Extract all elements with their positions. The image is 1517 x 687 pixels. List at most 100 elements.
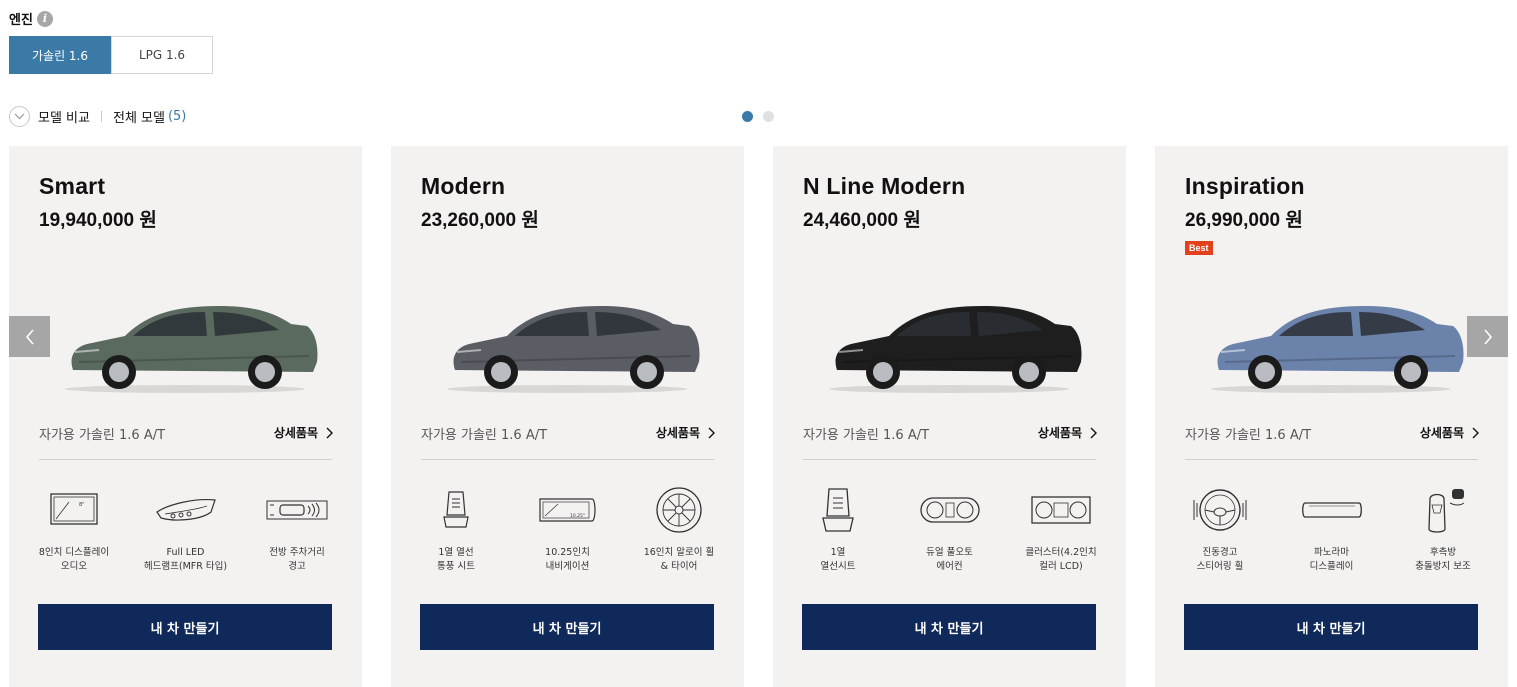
trim-card-smart: Smart 19,940,000 원 자가용 가솔린 1.6 A/T 상세품목 … xyxy=(9,146,362,687)
chevron-right-icon xyxy=(1483,328,1492,345)
feature-list: 1열 열선 통풍 시트 10.25" 10.25인치 내비게이션 16인치 알로… xyxy=(401,484,734,574)
feature-item: 1열 열선 통풍 시트 xyxy=(401,484,511,574)
detail-items-label: 상세품목 xyxy=(655,426,700,440)
feature-label: Full LED 헤드램프(MFR 타입) xyxy=(143,547,228,572)
engine-header: 엔진 i xyxy=(9,9,53,28)
trim-card-modern: Modern 23,260,000 원 자가용 가솔린 1.6 A/T 상세품목… xyxy=(391,146,744,687)
trim-spec: 자가용 가솔린 1.6 A/T xyxy=(1185,428,1312,443)
detail-items-label: 상세품목 xyxy=(1419,426,1464,440)
trim-card-inspiration: Inspiration 26,990,000 원 Best 자가용 가솔린 1.… xyxy=(1155,146,1508,687)
engine-tabs: 가솔린 1.6 LPG 1.6 xyxy=(9,36,213,74)
carousel-dot-1[interactable] xyxy=(742,111,753,122)
feature-list: 1열 열선시트 듀얼 풀오토 에어컨 클러스터(4.2인치 컬러 LCD) xyxy=(783,484,1116,574)
feature-label: 클러스터(4.2인치 컬러 LCD) xyxy=(1025,547,1097,572)
alloy-wheel-icon xyxy=(644,484,714,536)
navigation-display-icon: 10.25" xyxy=(533,484,603,536)
trim-price: 19,940,000 원 xyxy=(39,210,157,231)
feature-item: 파노라마 디스플레이 xyxy=(1277,484,1387,574)
trim-price: 26,990,000 원 xyxy=(1185,210,1303,231)
feature-item: 8" 8인치 디스플레이 오디오 xyxy=(19,484,129,574)
trim-price: 23,260,000 원 xyxy=(421,210,539,231)
card-divider xyxy=(1185,459,1478,460)
svg-text:10.25": 10.25" xyxy=(570,513,585,519)
feature-item: 전방 주차거리 경고 xyxy=(242,484,352,574)
engine-title: 엔진 xyxy=(9,13,33,28)
svg-text:8": 8" xyxy=(79,502,84,508)
card-divider xyxy=(39,459,332,460)
feature-label: 1열 열선시트 xyxy=(820,547,856,572)
trim-name: Modern xyxy=(421,173,506,199)
info-icon[interactable]: i xyxy=(36,10,53,27)
feature-item: 10.25" 10.25인치 내비게이션 xyxy=(513,484,623,574)
detail-items-link[interactable]: 상세품목 xyxy=(1038,424,1097,441)
feature-item: 후측방 충돌방지 보조 xyxy=(1388,484,1498,574)
tab-gasoline-1-6[interactable]: 가솔린 1.6 xyxy=(9,36,111,74)
detail-items-link[interactable]: 상세품목 xyxy=(656,424,715,441)
detail-items-label: 상세품목 xyxy=(273,426,318,440)
panorama-display-icon xyxy=(1297,484,1367,536)
feature-label: 8인치 디스플레이 오디오 xyxy=(38,547,110,572)
model-toolbar: 모델 비교 전체 모델 (5) xyxy=(9,105,186,127)
feature-list: 진동경고 스티어링 휠 파노라마 디스플레이 후측방 충돌방지 보조 xyxy=(1165,484,1498,574)
chevron-right-icon xyxy=(708,427,715,438)
heated-seat-icon xyxy=(421,484,491,536)
carousel-pagination xyxy=(742,111,774,122)
chevron-down-icon[interactable] xyxy=(9,105,30,127)
toolbar-divider xyxy=(100,110,102,122)
carousel-prev-button[interactable] xyxy=(9,316,50,357)
carousel-dot-2[interactable] xyxy=(763,111,774,122)
feature-label: 진동경고 스티어링 휠 xyxy=(1196,547,1244,572)
chevron-right-icon xyxy=(326,427,333,438)
best-badge: Best xyxy=(1185,241,1213,255)
chevron-left-icon xyxy=(25,328,34,345)
card-divider xyxy=(421,459,714,460)
vibrating-steering-wheel-icon xyxy=(1185,484,1255,536)
car-image xyxy=(793,292,1105,396)
build-my-car-button[interactable]: 내 차 만들기 xyxy=(420,604,714,650)
feature-label: 1열 열선 통풍 시트 xyxy=(437,547,475,572)
feature-item: Full LED 헤드램프(MFR 타입) xyxy=(131,484,241,574)
trim-spec: 자가용 가솔린 1.6 A/T xyxy=(803,428,930,443)
feature-list: 8" 8인치 디스플레이 오디오 Full LED 헤드램프(MFR 타입) 전… xyxy=(19,484,352,574)
feature-item: 1열 열선시트 xyxy=(783,484,893,574)
all-models-label: 전체 모델 xyxy=(112,110,165,126)
detail-items-link[interactable]: 상세품목 xyxy=(1420,424,1479,441)
build-my-car-button[interactable]: 내 차 만들기 xyxy=(1184,604,1478,650)
feature-item: 듀얼 풀오토 에어컨 xyxy=(895,484,1005,574)
trim-name: N Line Modern xyxy=(803,173,966,199)
feature-label: 10.25인치 내비게이션 xyxy=(545,547,590,572)
car-image xyxy=(29,292,341,396)
chevron-right-icon xyxy=(1472,427,1479,438)
build-my-car-button[interactable]: 내 차 만들기 xyxy=(802,604,1096,650)
detail-items-label: 상세품목 xyxy=(1037,426,1082,440)
all-models-count: (5) xyxy=(167,108,187,124)
trim-name: Inspiration xyxy=(1185,173,1305,199)
feature-label: 듀얼 풀오토 에어컨 xyxy=(926,547,973,572)
feature-label: 16인치 알로이 휠 & 타이어 xyxy=(643,547,715,572)
carousel-next-button[interactable] xyxy=(1467,316,1508,357)
trim-card-n-line-modern: N Line Modern 24,460,000 원 자가용 가솔린 1.6 A… xyxy=(773,146,1126,687)
feature-label: 파노라마 디스플레이 xyxy=(1309,547,1354,572)
feature-item: 16인치 알로이 휠 & 타이어 xyxy=(624,484,734,574)
trim-spec: 자가용 가솔린 1.6 A/T xyxy=(39,428,166,443)
trim-price: 24,460,000 원 xyxy=(803,210,921,231)
trim-name: Smart xyxy=(39,173,106,199)
feature-item: 클러스터(4.2인치 컬러 LCD) xyxy=(1006,484,1116,574)
front-parking-sensor-icon xyxy=(262,484,332,536)
tab-lpg-1-6[interactable]: LPG 1.6 xyxy=(111,36,213,74)
car-image xyxy=(411,292,723,396)
car-image xyxy=(1175,292,1487,396)
display-audio-icon: 8" xyxy=(39,484,109,536)
model-compare-toggle[interactable]: 모델 비교 xyxy=(38,107,90,126)
led-headlamp-icon xyxy=(151,484,221,536)
detail-items-link[interactable]: 상세품목 xyxy=(274,424,333,441)
dual-climate-icon xyxy=(915,484,985,536)
build-my-car-button[interactable]: 내 차 만들기 xyxy=(38,604,332,650)
rear-collision-assist-icon xyxy=(1408,484,1478,536)
cluster-icon xyxy=(1026,484,1096,536)
card-divider xyxy=(803,459,1096,460)
chevron-right-icon xyxy=(1090,427,1097,438)
feature-item: 진동경고 스티어링 휠 xyxy=(1165,484,1275,574)
trim-spec: 자가용 가솔린 1.6 A/T xyxy=(421,428,548,443)
feature-label: 후측방 충돌방지 보조 xyxy=(1415,547,1471,572)
